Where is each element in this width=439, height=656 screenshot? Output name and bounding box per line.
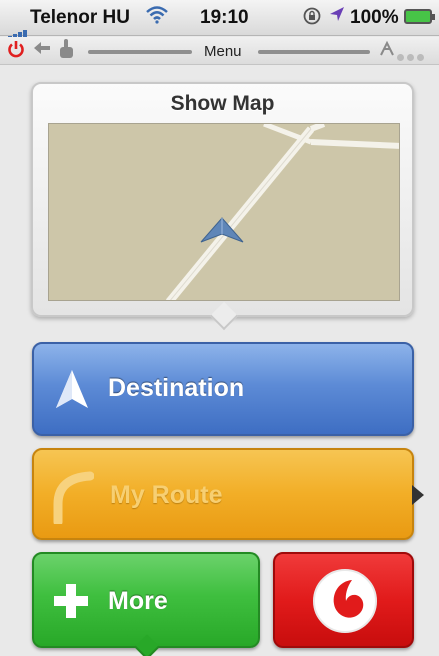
battery-percent: 100%: [350, 7, 399, 28]
page-dots-icon: [397, 48, 427, 66]
toolbar-divider-right: [258, 50, 370, 54]
status-bar: Telenor HU 19:10 100%: [0, 0, 439, 40]
navigation-arrow-icon: [54, 368, 90, 417]
gps-icon: [378, 40, 396, 63]
map-preview[interactable]: [48, 123, 400, 301]
location-arrow-icon: [328, 5, 346, 28]
rotation-lock-icon: [302, 6, 322, 31]
hand-icon[interactable]: [56, 38, 76, 65]
carrier-name: Telenor HU: [30, 7, 130, 28]
more-button[interactable]: More: [32, 552, 260, 656]
my-route-button[interactable]: My Route: [32, 448, 424, 540]
vodafone-button[interactable]: [273, 552, 414, 648]
clock-time: 19:10: [200, 7, 249, 28]
plus-icon: [52, 582, 90, 625]
battery-icon: [404, 9, 435, 24]
vodafone-logo-icon: [312, 568, 378, 639]
toolbar-title: Menu: [204, 43, 242, 60]
app-toolbar: Menu: [0, 37, 439, 65]
toolbar-divider-left: [88, 50, 192, 54]
show-map-title: Show Map: [170, 92, 275, 115]
wifi-icon: [146, 4, 168, 30]
my-route-label: My Route: [110, 481, 223, 509]
destination-button[interactable]: Destination: [32, 342, 414, 436]
back-arrow-icon[interactable]: [32, 38, 52, 64]
panel-pointer: [209, 301, 239, 331]
expand-arrow-icon: [412, 485, 424, 505]
more-label: More: [108, 587, 168, 615]
route-curve-icon: [50, 468, 95, 529]
power-icon[interactable]: [6, 39, 26, 65]
show-map-panel[interactable]: Show Map: [31, 82, 414, 331]
more-pointer: [134, 634, 160, 656]
destination-label: Destination: [108, 374, 245, 402]
